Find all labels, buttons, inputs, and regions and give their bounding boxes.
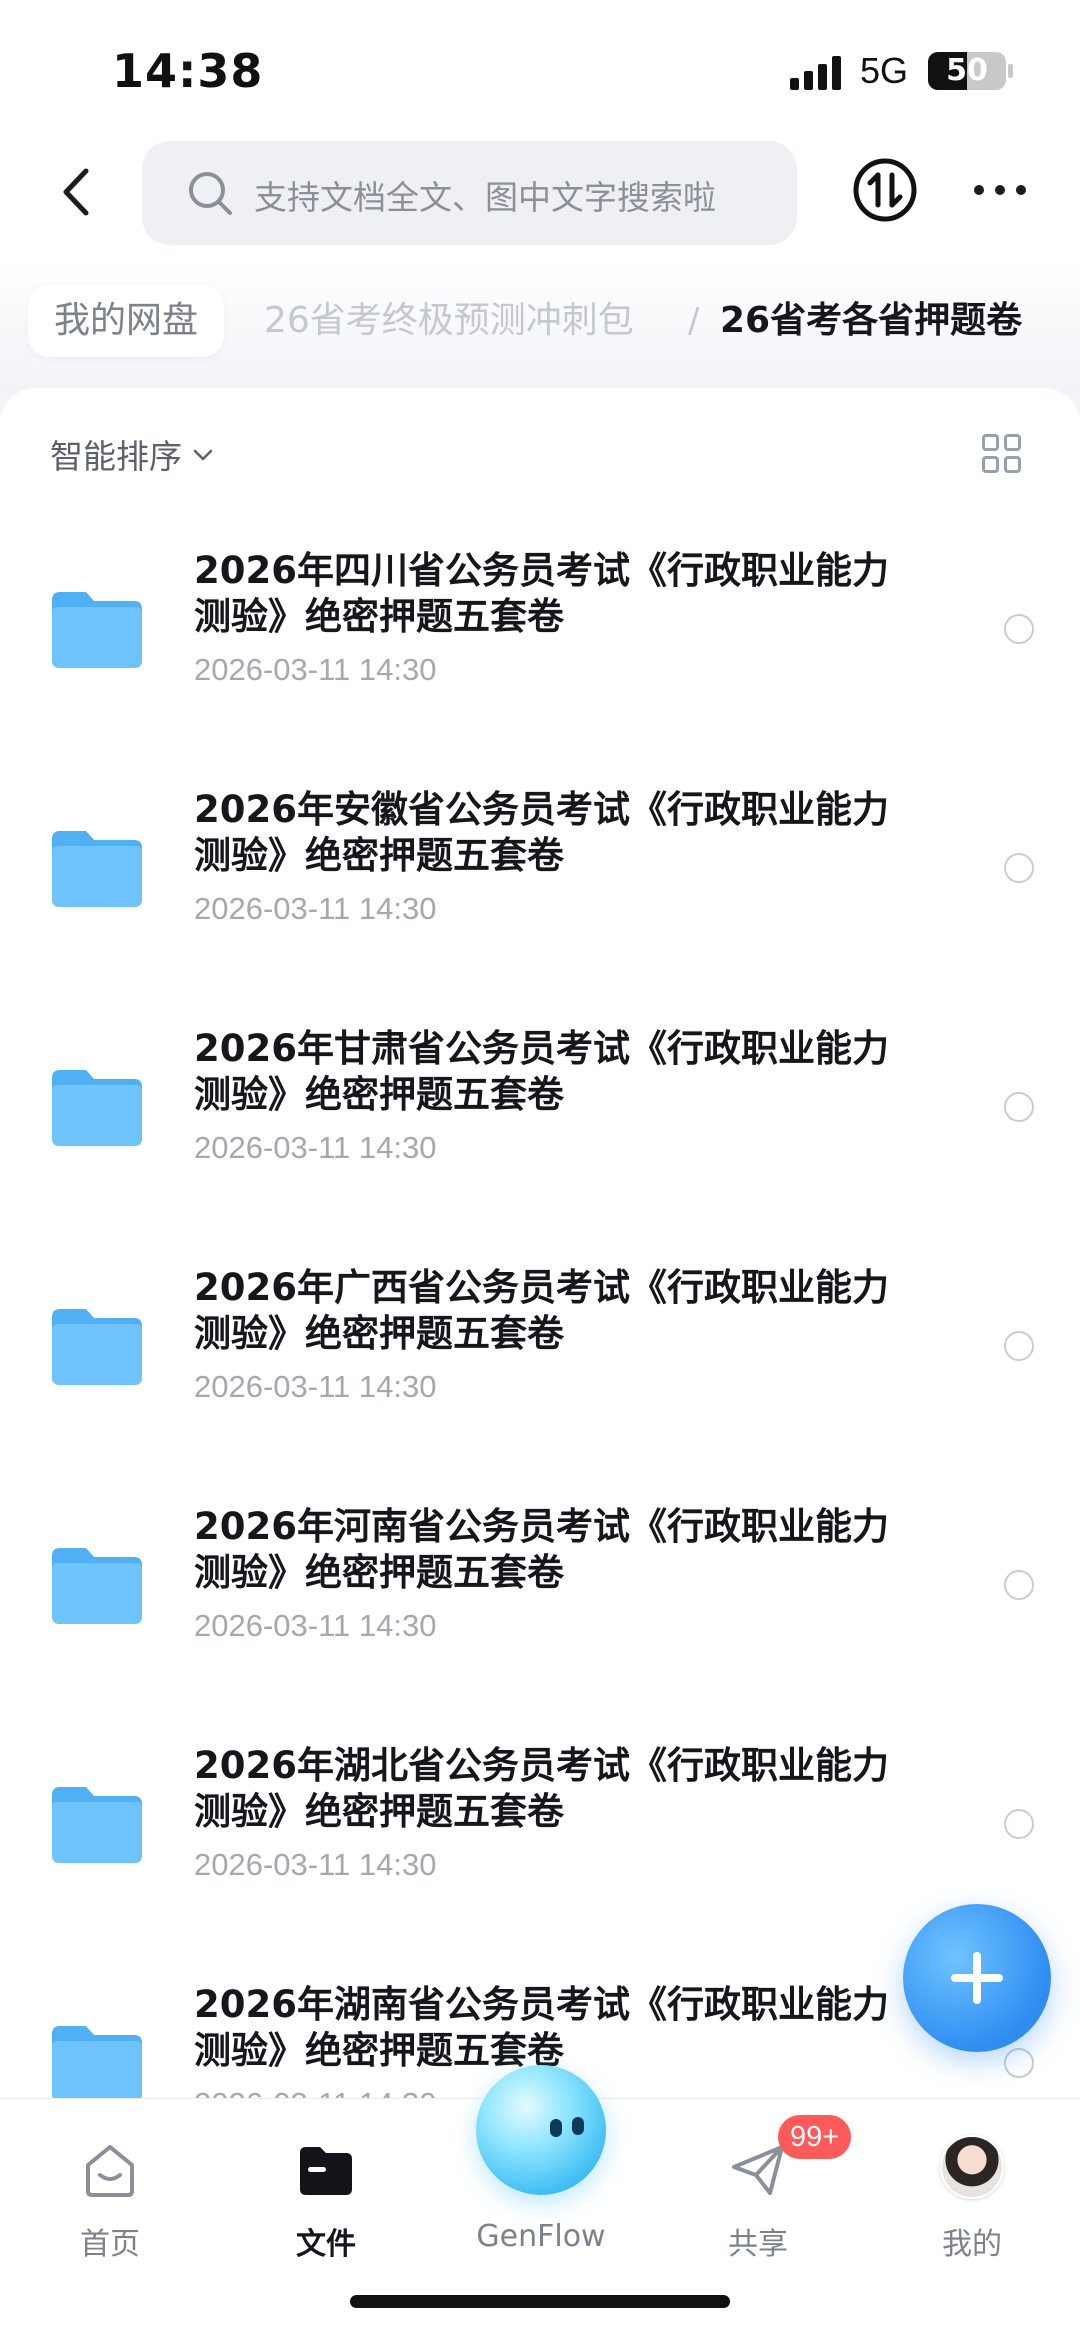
folder-icon — [52, 1548, 142, 1624]
home-indicator — [350, 2295, 730, 2308]
file-date: 2026-03-11 14:30 — [194, 2086, 436, 2098]
transfer-icon — [853, 158, 917, 222]
breadcrumb-root[interactable]: 我的网盘 — [28, 285, 225, 357]
nav-genflow-label: GenFlow — [476, 2219, 606, 2254]
breadcrumb-separator: / — [688, 301, 700, 341]
select-checkbox[interactable] — [1004, 1092, 1034, 1122]
folder-icon — [52, 592, 142, 668]
breadcrumb-current: 26省考各省押题卷 — [720, 300, 1023, 341]
sort-button[interactable]: 智能排序 — [50, 430, 214, 478]
grid-view-toggle[interactable] — [982, 434, 1024, 476]
select-checkbox[interactable] — [1004, 1570, 1034, 1600]
top-bar: 支持文档全文、图中文字搜索啦 — [0, 135, 1080, 255]
add-button[interactable] — [903, 1904, 1051, 2052]
more-dot-icon — [995, 185, 1005, 195]
select-checkbox[interactable] — [1004, 1331, 1034, 1361]
grid-cell-icon — [982, 456, 999, 473]
battery-cap — [1008, 64, 1013, 78]
status-time: 14:38 — [112, 44, 264, 98]
file-name: 2026年四川省公务员考试《行政职业能力测验》绝密押题五套卷 — [194, 549, 889, 638]
file-date: 2026-03-11 14:30 — [194, 1130, 437, 1165]
more-dot-icon — [1016, 185, 1026, 195]
more-button[interactable] — [970, 165, 1030, 215]
plus-icon — [973, 1952, 981, 2004]
search-input[interactable]: 支持文档全文、图中文字搜索啦 — [142, 141, 797, 245]
file-name: 2026年广西省公务员考试《行政职业能力测验》绝密押题五套卷 — [194, 1266, 889, 1355]
grid-cell-icon — [982, 434, 999, 451]
folder-icon — [52, 2026, 142, 2098]
notification-badge: 99+ — [778, 2115, 852, 2159]
battery-icon: 50 — [928, 52, 1006, 90]
select-checkbox[interactable] — [1004, 1809, 1034, 1839]
battery-percent: 50 — [946, 53, 988, 88]
file-name: 2026年湖北省公务员考试《行政职业能力测验》绝密押题五套卷 — [194, 1744, 889, 1833]
breadcrumb: 我的网盘 26省考终极预测冲刺包 / 26省考各省押题卷 — [0, 255, 1080, 393]
folder-icon — [52, 1070, 142, 1146]
folder-icon — [52, 1309, 142, 1385]
chevron-left-icon — [63, 168, 89, 216]
list-item[interactable]: 2026年安徽省公务员考试《行政职业能力测验》绝密押题五套卷 2026-03-11… — [0, 745, 1080, 984]
more-dot-icon — [974, 185, 984, 195]
search-icon — [189, 172, 232, 215]
nav-home[interactable]: 首页 — [40, 2129, 180, 2279]
folder-icon — [52, 1787, 142, 1863]
grid-cell-icon — [1004, 434, 1021, 451]
file-date: 2026-03-11 14:30 — [194, 1847, 437, 1882]
nav-files[interactable]: 文件 — [256, 2129, 396, 2279]
nav-me-label: 我的 — [942, 2227, 1002, 2262]
file-name: 2026年湖南省公务员考试《行政职业能力测验》绝密押题五套卷 — [194, 1983, 889, 2072]
transfer-button[interactable] — [852, 157, 918, 223]
chevron-down-icon — [193, 449, 213, 460]
breadcrumb-parent[interactable]: 26省考终极预测冲刺包 — [264, 285, 634, 357]
folder-icon — [52, 831, 142, 907]
list-item[interactable]: 2026年广西省公务员考试《行政职业能力测验》绝密押题五套卷 2026-03-11… — [0, 1223, 1080, 1462]
nav-share-label: 共享 — [728, 2227, 788, 2262]
search-placeholder: 支持文档全文、图中文字搜索啦 — [254, 178, 716, 217]
file-list-panel: 智能排序 2026年四川省公务员考试《行政职业能力测验》绝密押题五套卷 2026-… — [0, 388, 1080, 2098]
nav-genflow[interactable]: GenFlow — [471, 2129, 611, 2279]
select-checkbox[interactable] — [1004, 853, 1034, 883]
list-item[interactable]: 2026年河南省公务员考试《行政职业能力测验》绝密押题五套卷 2026-03-11… — [0, 1462, 1080, 1701]
network-type: 5G — [860, 50, 909, 91]
grid-cell-icon — [1004, 456, 1021, 473]
file-name: 2026年甘肃省公务员考试《行政职业能力测验》绝密押题五套卷 — [194, 1027, 889, 1116]
sort-label: 智能排序 — [50, 437, 182, 476]
back-button[interactable] — [50, 157, 110, 227]
nav-me[interactable]: 我的 — [902, 2129, 1042, 2279]
file-name: 2026年河南省公务员考试《行政职业能力测验》绝密押题五套卷 — [194, 1505, 889, 1594]
nav-files-label: 文件 — [296, 2227, 356, 2262]
list-item[interactable]: 2026年四川省公务员考试《行政职业能力测验》绝密押题五套卷 2026-03-11… — [0, 506, 1080, 745]
home-icon — [86, 2145, 134, 2197]
list-item[interactable]: 2026年甘肃省公务员考试《行政职业能力测验》绝密押题五套卷 2026-03-11… — [0, 984, 1080, 1223]
signal-icon — [790, 56, 846, 90]
file-date: 2026-03-11 14:30 — [194, 1608, 437, 1643]
folder-icon — [300, 2147, 352, 2195]
list-item[interactable]: 2026年湖北省公务员考试《行政职业能力测验》绝密押题五套卷 2026-03-11… — [0, 1701, 1080, 1940]
select-checkbox[interactable] — [1004, 2048, 1034, 2078]
select-checkbox[interactable] — [1004, 614, 1034, 644]
file-name: 2026年安徽省公务员考试《行政职业能力测验》绝密押题五套卷 — [194, 788, 889, 877]
file-date: 2026-03-11 14:30 — [194, 1369, 437, 1404]
nav-home-label: 首页 — [80, 2227, 140, 2262]
status-bar: 14:38 5G 50 — [0, 0, 1080, 135]
file-date: 2026-03-11 14:30 — [194, 652, 437, 687]
file-date: 2026-03-11 14:30 — [194, 891, 437, 926]
